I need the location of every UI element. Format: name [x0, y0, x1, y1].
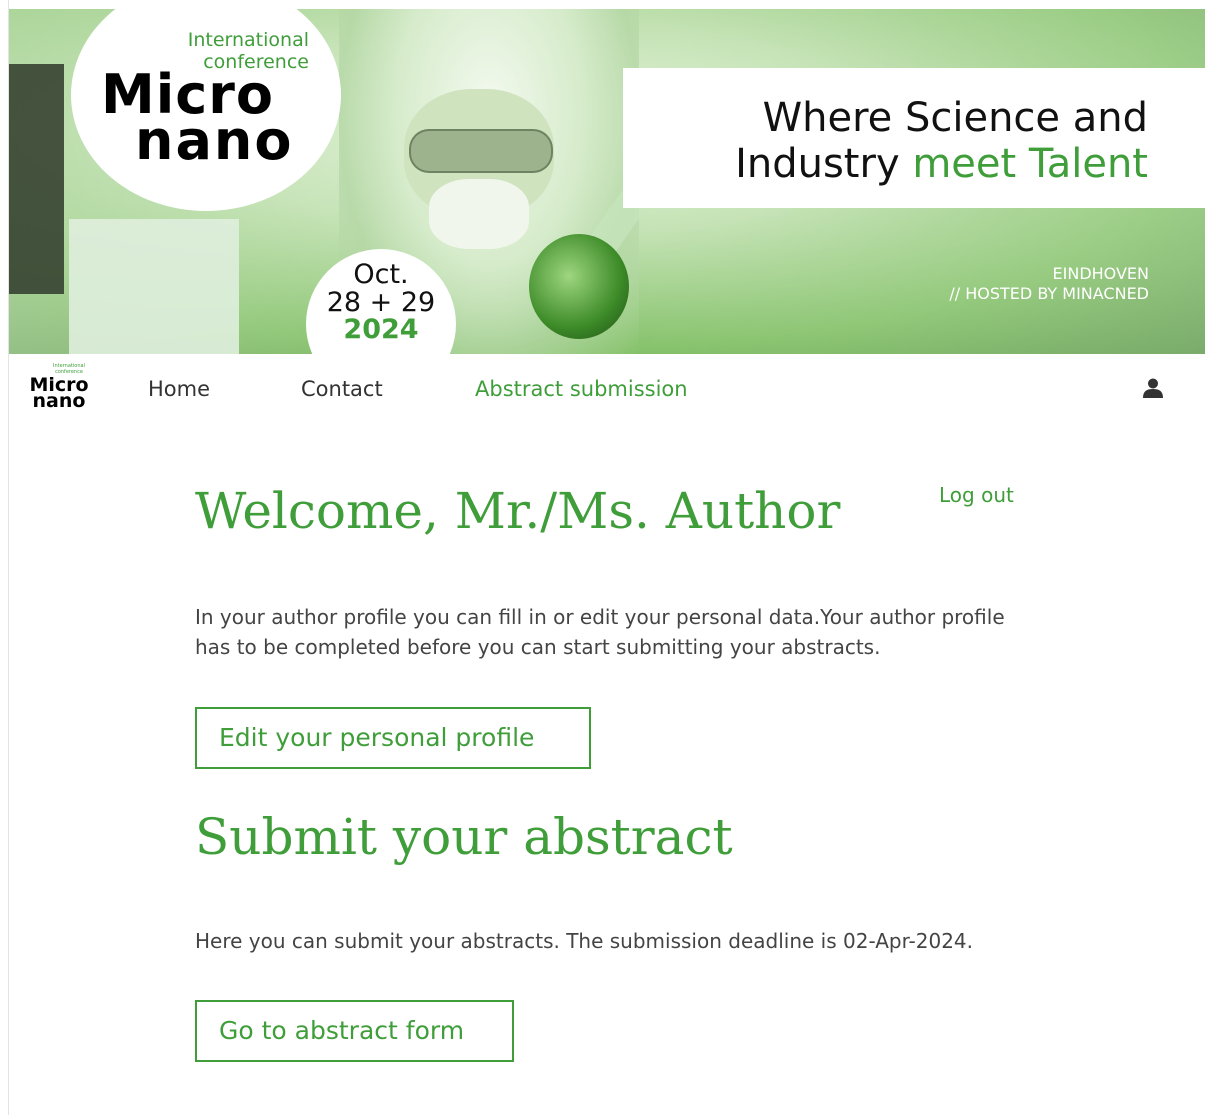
date-days: 28 + 29: [326, 287, 436, 318]
nav-item-abstract-submission[interactable]: Abstract submission: [475, 376, 688, 402]
banner-shelf: [9, 64, 64, 294]
banner-hosted-by: // HOSTED BY MINACNED: [949, 284, 1149, 303]
edit-profile-button[interactable]: Edit your personal profile: [195, 707, 591, 769]
profile-description: In your author profile you can fill in o…: [195, 605, 1005, 659]
nav-logo-nano: nano: [32, 390, 86, 412]
welcome-title: Welcome, Mr./Ms. Author: [195, 482, 841, 540]
tagline-prefix: Industry: [735, 141, 900, 187]
submit-abstract-title: Submit your abstract: [195, 808, 733, 866]
nav-item-contact[interactable]: Contact: [301, 376, 383, 402]
user-icon[interactable]: [1142, 377, 1164, 399]
logo-intl-text: International: [187, 29, 309, 51]
date-year: 2024: [343, 314, 419, 345]
abstract-form-button[interactable]: Go to abstract form: [195, 1000, 514, 1062]
banner-goggles: [409, 129, 553, 173]
header-banner: International conference Micro nano Oct.…: [9, 9, 1205, 354]
nav-item-home[interactable]: Home: [148, 376, 210, 402]
tagline-line1: Where Science and: [762, 95, 1148, 141]
nav-logo[interactable]: International conference Micro nano: [19, 360, 99, 412]
frame-top: [0, 0, 1205, 9]
banner-city: EINDHOVEN: [1052, 264, 1149, 283]
banner-cabinet: [69, 219, 239, 354]
tagline-accent: meet Talent: [912, 141, 1148, 187]
logout-link[interactable]: Log out: [939, 482, 1014, 508]
main-navigation: International conference Micro nano Home…: [9, 354, 1205, 424]
date-month: Oct.: [353, 259, 409, 290]
frame-left: [0, 0, 9, 1115]
banner-mask: [429, 179, 529, 249]
submit-description: Here you can submit your abstracts. The …: [195, 929, 974, 953]
tagline-line2: Industry meet Talent: [623, 141, 1148, 187]
banner-flask: [529, 234, 629, 339]
logo-nano-text: nano: [135, 109, 294, 172]
